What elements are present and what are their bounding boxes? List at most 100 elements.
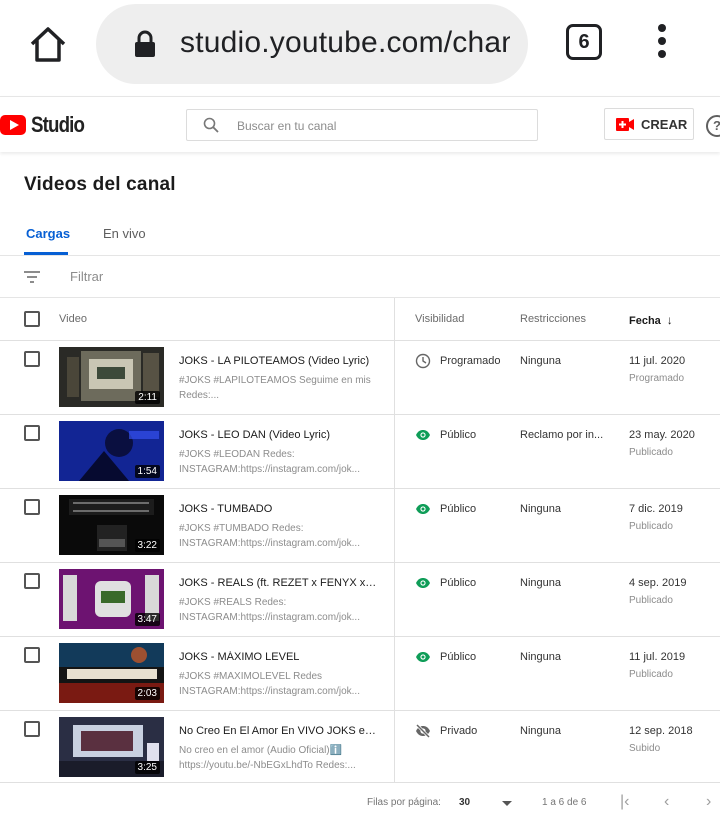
row-checkbox[interactable]: [24, 647, 40, 663]
date-status: Publicado: [629, 669, 673, 680]
eye-off-icon[interactable]: [415, 723, 431, 739]
column-header-visibility[interactable]: Visibilidad: [415, 313, 464, 325]
previous-page-icon[interactable]: ‹: [664, 793, 669, 811]
date-value: 7 dic. 2019: [629, 503, 683, 515]
column-header-video: Video: [59, 313, 87, 325]
video-title[interactable]: JOKS - LA PILOTEAMOS (Video Lyric): [179, 355, 379, 367]
dropdown-caret-icon[interactable]: [502, 801, 512, 806]
page-title: Videos del canal: [24, 174, 176, 195]
eye-icon[interactable]: [415, 575, 431, 591]
restrictions-label: Ninguna: [520, 577, 561, 589]
eye-icon[interactable]: [415, 649, 431, 665]
column-header-restrictions[interactable]: Restricciones: [520, 313, 586, 325]
youtube-logo-icon[interactable]: [0, 115, 26, 135]
table-row[interactable]: 3:22 JOKS - TUMBADO #JOKS #TUMBADO Redes…: [0, 489, 720, 563]
browser-menu-icon[interactable]: [652, 24, 672, 64]
clock-icon[interactable]: [415, 353, 431, 369]
rows-per-page-select[interactable]: 30: [459, 797, 470, 808]
search-placeholder: Buscar en tu canal: [237, 119, 337, 133]
date-value: 12 sep. 2018: [629, 725, 693, 737]
visibility-label[interactable]: Público: [440, 429, 476, 441]
video-description: #JOKS #LEODAN Redes: INSTAGRAM:https://i…: [179, 449, 360, 475]
row-checkbox[interactable]: [24, 721, 40, 737]
column-header-date[interactable]: Fecha ↓: [629, 313, 673, 327]
video-duration: 2:11: [135, 391, 160, 404]
video-duration: 3:25: [134, 761, 160, 774]
table-row[interactable]: 2:11 JOKS - LA PILOTEAMOS (Video Lyric) …: [0, 341, 720, 415]
date-value: 11 jul. 2020: [629, 355, 686, 367]
search-icon: [203, 117, 219, 133]
date-status: Subido: [629, 743, 661, 754]
home-icon[interactable]: [26, 22, 70, 66]
video-thumbnail[interactable]: 3:25: [59, 717, 164, 777]
visibility-label[interactable]: Programado: [440, 355, 501, 367]
filter-input[interactable]: Filtrar: [70, 269, 103, 284]
video-description: No creo en el amor (Audio Oficial)ℹ️ htt…: [179, 745, 356, 771]
column-header-date-label: Fecha: [629, 315, 661, 327]
tab-cargas[interactable]: Cargas: [26, 226, 70, 241]
row-checkbox[interactable]: [24, 351, 40, 367]
eye-icon[interactable]: [415, 501, 431, 517]
visibility-label[interactable]: Público: [440, 651, 476, 663]
video-title[interactable]: JOKS - TUMBADO: [179, 503, 379, 515]
date-value: 23 may. 2020: [629, 429, 695, 441]
date-value: 4 sep. 2019: [629, 577, 687, 589]
video-title[interactable]: JOKS - LEO DAN (Video Lyric): [179, 429, 379, 441]
video-title[interactable]: No Creo En El Amor En VIVO JOKS en ...: [179, 725, 379, 737]
table-row[interactable]: 2:03 JOKS - MÁXIMO LEVEL #JOKS #MAXIMOLE…: [0, 637, 720, 711]
row-checkbox[interactable]: [24, 573, 40, 589]
divider: [0, 297, 720, 298]
restrictions-label: Ninguna: [520, 355, 561, 367]
lock-icon: [135, 30, 155, 57]
pagination-range: 1 a 6 de 6: [542, 797, 587, 808]
eye-icon[interactable]: [415, 427, 431, 443]
filter-icon[interactable]: [23, 270, 41, 284]
video-duration: 3:47: [134, 613, 160, 626]
select-all-checkbox[interactable]: [24, 311, 40, 327]
tab-switcher-button[interactable]: 6: [566, 24, 602, 60]
date-status: Publicado: [629, 521, 673, 532]
search-input[interactable]: Buscar en tu canal: [186, 109, 538, 141]
video-description: #JOKS #TUMBADO Redes: INSTAGRAM:https://…: [179, 523, 360, 549]
sort-arrow-down-icon: ↓: [666, 313, 673, 327]
date-value: 11 jul. 2019: [629, 651, 686, 663]
video-description: #JOKS #MAXIMOLEVEL Redes INSTAGRAM:https…: [179, 671, 360, 697]
video-title[interactable]: JOKS - REALS (ft. REZET x FENYX x DI...: [179, 577, 379, 589]
create-label: CREAR: [641, 117, 688, 132]
tab-en-vivo[interactable]: En vivo: [103, 226, 146, 241]
browser-toolbar: studio.youtube.com/channel 6: [0, 0, 720, 96]
table-row[interactable]: 3:47 JOKS - REALS (ft. REZET x FENYX x D…: [0, 563, 720, 637]
date-status: Programado: [629, 373, 685, 384]
date-status: Publicado: [629, 447, 673, 458]
restrictions-label: Ninguna: [520, 725, 561, 737]
date-status: Publicado: [629, 595, 673, 606]
video-duration: 3:22: [134, 539, 160, 552]
first-page-icon[interactable]: |‹: [620, 793, 629, 811]
video-duration: 1:54: [134, 465, 160, 478]
video-duration: 2:03: [134, 687, 160, 700]
help-icon[interactable]: ?: [706, 115, 720, 137]
studio-logo-text[interactable]: Studio: [31, 112, 85, 138]
row-checkbox[interactable]: [24, 499, 40, 515]
video-camera-icon: [616, 118, 634, 131]
video-title[interactable]: JOKS - MÁXIMO LEVEL: [179, 651, 379, 663]
video-thumbnail[interactable]: 2:03: [59, 643, 164, 703]
video-thumbnail[interactable]: 1:54: [59, 421, 164, 481]
next-page-icon[interactable]: ›: [706, 793, 711, 811]
video-thumbnail[interactable]: 3:47: [59, 569, 164, 629]
row-checkbox[interactable]: [24, 425, 40, 441]
url-text[interactable]: studio.youtube.com/channel: [180, 26, 510, 60]
restrictions-label[interactable]: Reclamo por in...: [520, 429, 612, 441]
visibility-label[interactable]: Privado: [440, 725, 477, 737]
video-thumbnail[interactable]: 3:22: [59, 495, 164, 555]
visibility-label[interactable]: Público: [440, 503, 476, 515]
table-row[interactable]: 1:54 JOKS - LEO DAN (Video Lyric) #JOKS …: [0, 415, 720, 489]
video-thumbnail[interactable]: 2:11: [59, 347, 164, 407]
table-row[interactable]: 3:25 No Creo En El Amor En VIVO JOKS en …: [0, 711, 720, 785]
restrictions-label: Ninguna: [520, 651, 561, 663]
video-description: #JOKS #LAPILOTEAMOS Seguime en mis Redes…: [179, 375, 371, 401]
restrictions-label: Ninguna: [520, 503, 561, 515]
divider: [0, 782, 720, 783]
create-button[interactable]: CREAR: [604, 108, 694, 140]
visibility-label[interactable]: Público: [440, 577, 476, 589]
